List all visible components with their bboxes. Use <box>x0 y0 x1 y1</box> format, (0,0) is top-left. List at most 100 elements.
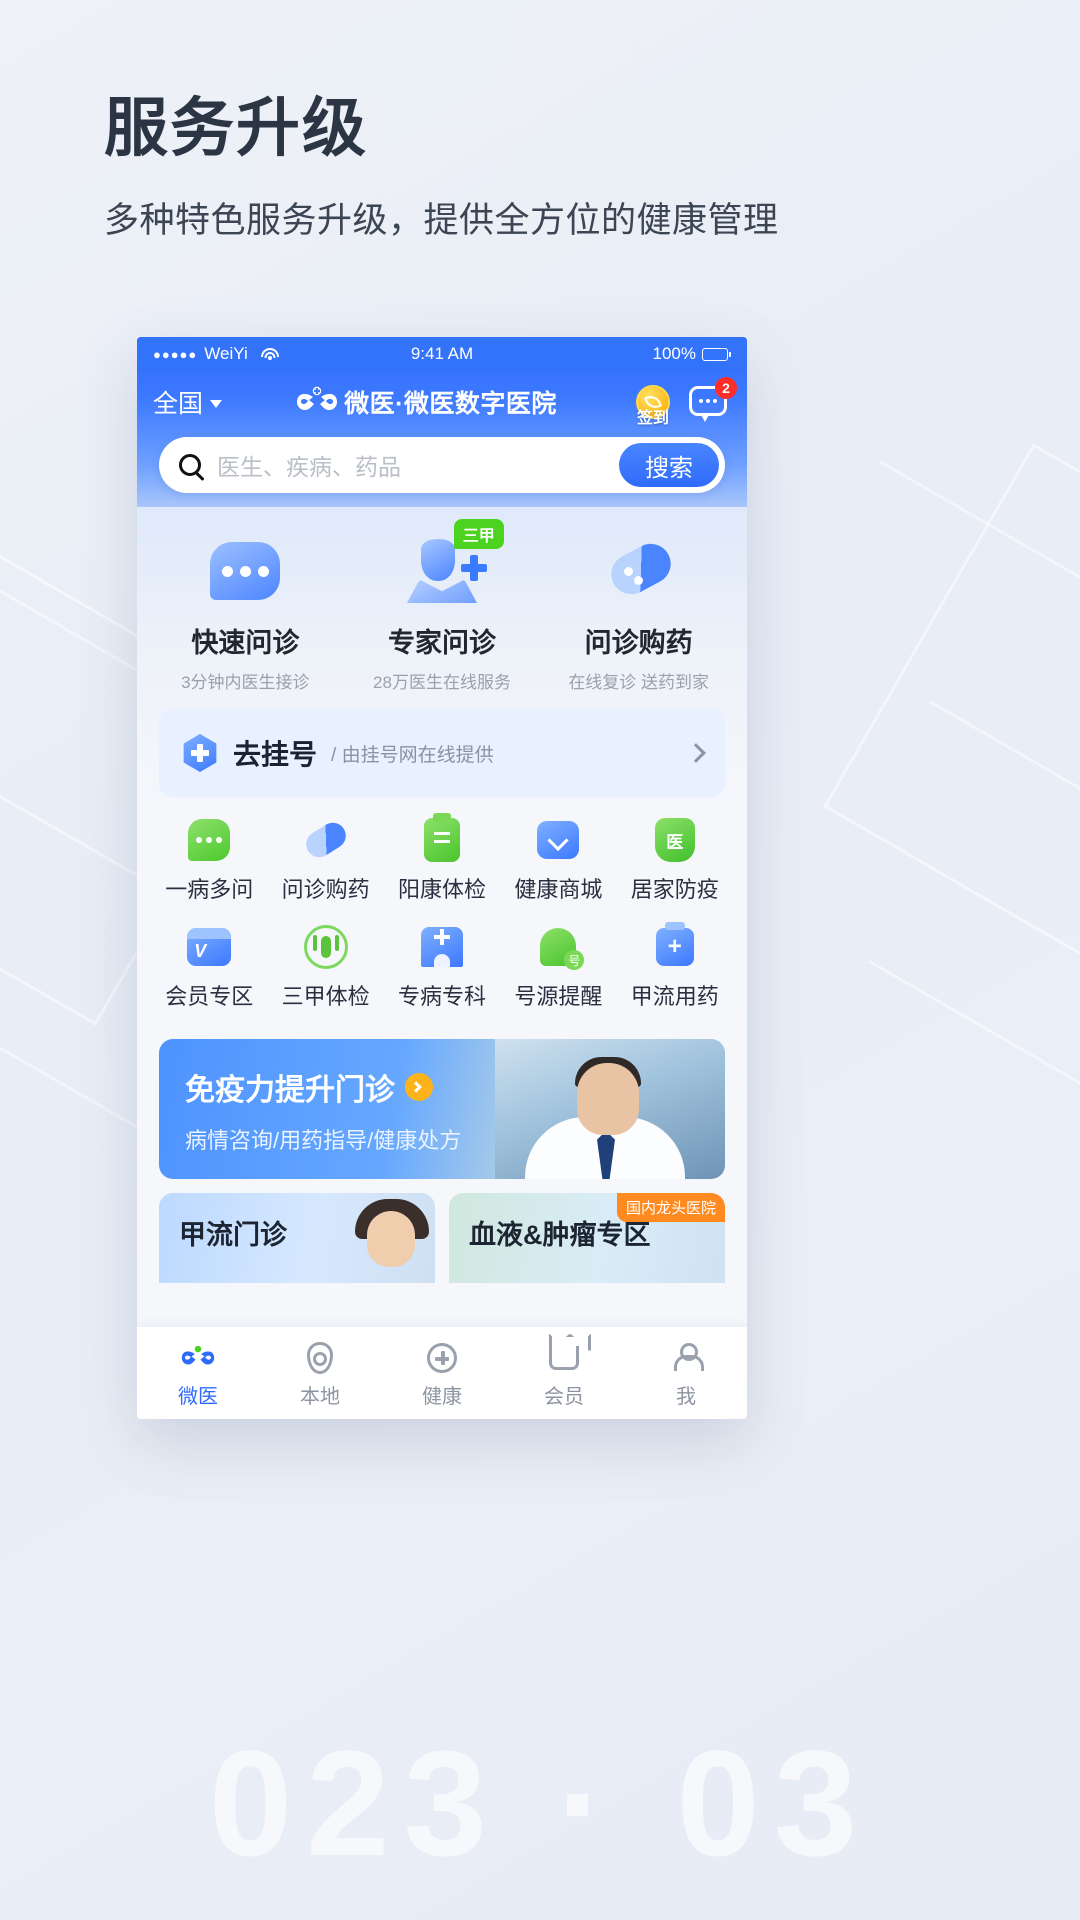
grid-item-label: 会员专区 <box>165 984 254 1009</box>
doctor-photo <box>495 1039 725 1179</box>
tab-label: 本地 <box>300 1385 340 1408</box>
mini-banner-tag: 国内龙头医院 <box>616 1193 725 1222</box>
pill-illustration <box>540 525 737 617</box>
grid-item-label: 阳康体检 <box>397 877 486 902</box>
grid-item-label: 健康商城 <box>514 877 603 902</box>
phone-mockup: ●●●●● WeiYi 9:41 AM 100% 全国 微医·微医数字医院 签到… <box>137 337 747 1419</box>
background-watermark: 023 · 03 <box>208 1719 872 1887</box>
quick-links-grid: 一病多问 问诊购药 阳康体检 健康商城 居家防疫 会员专区 <box>137 797 747 1035</box>
grade-badge: 三甲 <box>453 519 504 549</box>
chevron-down-icon <box>210 399 223 408</box>
entry-expert-consult[interactable]: 三甲 专家问诊 28万医生在线服务 <box>344 519 541 693</box>
clipboard-icon <box>384 817 500 863</box>
patient-photo <box>355 1199 429 1283</box>
promo-banner-immunity[interactable]: 免疫力提升门诊 病情咨询/用药指导/健康处方 <box>159 1039 725 1179</box>
chat-badge: 2 <box>715 377 737 399</box>
wedoctor-logo-icon <box>137 1338 259 1378</box>
banner-title: 免疫力提升门诊 <box>185 1074 395 1107</box>
search-icon <box>179 454 201 476</box>
signin-button[interactable]: 签到 <box>631 380 675 427</box>
chat-bubble-illustration <box>147 525 344 617</box>
search-bar[interactable]: 医生、疾病、药品 搜索 <box>159 437 725 493</box>
region-label: 全国 <box>153 390 204 418</box>
crown-icon <box>503 1338 625 1378</box>
grid-item-health-mall[interactable]: 健康商城 <box>500 817 616 904</box>
carrier-label: WeiYi <box>204 344 248 363</box>
grid-item-label: 一病多问 <box>165 877 254 902</box>
status-bar: ●●●●● WeiYi 9:41 AM 100% <box>137 337 747 371</box>
page-title: 服务升级 <box>104 92 368 164</box>
chat-button[interactable]: 2 <box>689 377 737 423</box>
doctor-illustration: 三甲 <box>344 519 541 617</box>
entry-subtitle: 在线复诊 送药到家 <box>568 673 710 692</box>
registration-title: 去挂号 <box>233 739 318 770</box>
page-subtitle: 多种特色服务升级，提供全方位的健康管理 <box>104 200 779 240</box>
tab-health[interactable]: 健康 <box>381 1338 503 1409</box>
grid-item-label: 号源提醒 <box>514 984 603 1009</box>
entry-quick-consult[interactable]: 快速问诊 3分钟内医生接诊 <box>147 525 344 693</box>
tab-label: 我 <box>676 1385 696 1408</box>
vip-card-icon <box>151 924 267 970</box>
medicine-bottle-icon <box>617 924 733 970</box>
battery-percent: 100% <box>652 344 696 363</box>
brand-title: 微医·微医数字医院 <box>344 390 557 418</box>
hospital-cross-icon <box>183 734 217 772</box>
shield-med-icon <box>617 817 733 863</box>
registration-card[interactable]: 去挂号 / 由挂号网在线提供 <box>159 709 725 797</box>
entry-subtitle: 3分钟内医生接诊 <box>181 673 310 692</box>
grid-item-label: 问诊购药 <box>281 877 370 902</box>
brand-block: 微医·微医数字医院 <box>232 384 621 420</box>
grid-item-vip-zone[interactable]: 会员专区 <box>151 924 267 1011</box>
grid-item-home-epidemic[interactable]: 居家防疫 <box>617 817 733 904</box>
user-icon <box>625 1338 747 1378</box>
entry-title: 快速问诊 <box>191 628 300 658</box>
health-plus-icon <box>381 1338 503 1378</box>
service-entries: 快速问诊 3分钟内医生接诊 三甲 专家问诊 28万医生在线服务 问诊购药 在线复… <box>137 507 747 699</box>
status-time: 9:41 AM <box>410 344 474 363</box>
grid-item-slot-reminder[interactable]: 号 号源提醒 <box>500 924 616 1011</box>
wedoctor-logo-icon <box>297 386 338 410</box>
grid-item-label: 专病专科 <box>397 984 486 1009</box>
tab-wedoctor[interactable]: 微医 <box>137 1338 259 1409</box>
tab-member[interactable]: 会员 <box>503 1338 625 1409</box>
grid-item-label: 三甲体检 <box>281 984 370 1009</box>
tab-label: 健康 <box>422 1385 462 1408</box>
grid-item-label: 甲流用药 <box>630 984 719 1009</box>
signin-label: 签到 <box>636 410 670 427</box>
pill-blue-icon <box>267 817 383 863</box>
registration-subtitle: / 由挂号网在线提供 <box>331 744 494 766</box>
mini-banner-flu-clinic[interactable]: 甲流门诊 <box>159 1193 435 1283</box>
hospital-icon <box>384 924 500 970</box>
promo-header: 服务升级 多种特色服务升级，提供全方位的健康管理 <box>104 92 779 243</box>
location-pin-icon <box>259 1338 381 1378</box>
mini-banner-blood-tumor[interactable]: 国内龙头医院 血液&肿瘤专区 <box>449 1193 725 1283</box>
grid-item-recovery-checkup[interactable]: 阳康体检 <box>384 817 500 904</box>
grid-item-specialty-department[interactable]: 专病专科 <box>384 924 500 1011</box>
wifi-icon <box>260 347 279 361</box>
signal-dots-icon: ●●●●● <box>153 346 198 362</box>
grid-item-flu-medicine[interactable]: 甲流用药 <box>617 924 733 1011</box>
bell-icon: 号 <box>500 924 616 970</box>
entry-title: 问诊购药 <box>584 628 693 658</box>
grid-item-grade-a-checkup[interactable]: 三甲体检 <box>267 924 383 1011</box>
phone-top-section: ●●●●● WeiYi 9:41 AM 100% 全国 微医·微医数字医院 签到… <box>137 337 747 507</box>
navbar-icons: 签到 2 <box>631 377 737 427</box>
entry-buy-medicine[interactable]: 问诊购药 在线复诊 送药到家 <box>540 525 737 693</box>
tab-local[interactable]: 本地 <box>259 1338 381 1409</box>
shopping-bag-icon <box>500 817 616 863</box>
entry-title: 专家问诊 <box>388 628 496 658</box>
tab-me[interactable]: 我 <box>625 1338 747 1409</box>
arrow-right-circle-icon <box>405 1073 433 1101</box>
grid-item-label: 居家防疫 <box>630 877 719 902</box>
chat-green-icon <box>151 817 267 863</box>
search-button[interactable]: 搜索 <box>619 443 719 487</box>
grid-item-buy-medicine[interactable]: 问诊购药 <box>267 817 383 904</box>
entry-subtitle: 28万医生在线服务 <box>373 673 511 692</box>
chevron-right-icon <box>686 743 706 763</box>
search-input[interactable]: 医生、疾病、药品 <box>217 448 619 482</box>
bottom-tabbar: 微医 本地 健康 会员 我 <box>137 1327 747 1419</box>
region-selector[interactable]: 全国 <box>153 384 223 420</box>
tab-label: 会员 <box>544 1385 584 1408</box>
battery-icon <box>702 347 731 361</box>
grid-item-one-illness-many-questions[interactable]: 一病多问 <box>151 817 267 904</box>
